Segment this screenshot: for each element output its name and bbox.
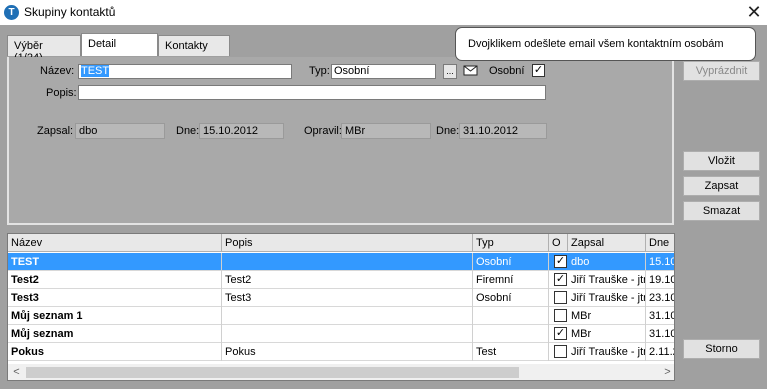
cell-nazev: Test2 (8, 271, 222, 289)
storno-button[interactable]: Storno (683, 339, 760, 359)
table-row[interactable]: Můj seznam ✓ MBr 31.10 (8, 325, 675, 343)
cell-typ: Osobní (473, 289, 549, 307)
cell-dne: 23.10 (649, 292, 675, 304)
window-title: Skupiny kontaktů (24, 5, 116, 19)
cell-popis (222, 325, 473, 343)
smazat-button[interactable]: Smazat (683, 201, 760, 221)
col-header-zapsal[interactable]: Zapsal (568, 234, 646, 252)
typ-browse-button[interactable]: ... (443, 64, 457, 79)
cell-popis: Pokus (222, 343, 473, 361)
cell-nazev: Můj seznam (8, 325, 222, 343)
cell-zapsal: dbo (568, 253, 646, 271)
nazev-label: Název: (40, 65, 75, 77)
scrollbar-thumb[interactable] (26, 367, 519, 378)
opravil-field: MBr (341, 123, 431, 139)
cell-dne: 2.11.2 (649, 346, 674, 358)
email-tooltip: Dvojklikem odešlete email všem kontaktní… (455, 27, 756, 61)
cell-o-checkbox[interactable] (554, 291, 567, 304)
dne-zapsal-label: Dne: (176, 125, 200, 137)
cell-popis: Test2 (222, 271, 473, 289)
zapsal-field: dbo (75, 123, 165, 139)
osobni-label: Osobní (489, 65, 525, 77)
cell-o-checkbox[interactable]: ✓ (554, 255, 567, 268)
cell-zapsal: Jiří Trauške - jtr (568, 343, 646, 361)
cell-o-checkbox[interactable]: ✓ (554, 273, 567, 286)
cell-typ (473, 307, 549, 325)
table-row[interactable]: Pokus Pokus Test Jiří Trauške - jtr 2.11… (8, 343, 674, 361)
cell-nazev: Můj seznam 1 (8, 307, 222, 325)
cell-popis (222, 253, 473, 271)
detail-panel: Název: TEST Typ: Osobní ... Osobní ✓ Pop… (7, 57, 674, 225)
typ-input[interactable]: Osobní (331, 64, 436, 79)
nazev-input[interactable]: TEST (78, 64, 292, 79)
title-bar: T Skupiny kontaktů ✕ (0, 0, 767, 25)
popis-input[interactable] (78, 85, 546, 100)
scroll-right-icon[interactable]: > (659, 364, 674, 380)
close-icon[interactable]: ✕ (741, 0, 767, 25)
col-header-dne[interactable]: Dne (646, 234, 674, 252)
cell-o-checkbox[interactable] (554, 309, 567, 322)
cell-nazev: Test3 (8, 289, 222, 307)
tab-vyber[interactable]: Výběr (1/24) (7, 35, 81, 64)
cell-dne: 19.10 (649, 274, 675, 286)
grid-header: Název Popis Typ O Zapsal Dne (8, 234, 674, 252)
cell-dne: 31.10 (649, 328, 675, 340)
opravil-label: Opravil: (304, 125, 342, 137)
cell-popis: Test3 (222, 289, 473, 307)
email-icon[interactable] (463, 63, 479, 77)
zapsat-button[interactable]: Zapsat (683, 176, 760, 196)
dne-opravil-label: Dne: (436, 125, 460, 137)
cell-typ: Firemní (473, 271, 549, 289)
zapsal-label: Zapsal: (37, 125, 74, 137)
dne-opravil-field: 31.10.2012 (459, 123, 547, 139)
tab-detail[interactable]: Detail (81, 33, 158, 56)
cell-popis (222, 307, 473, 325)
col-header-typ[interactable]: Typ (473, 234, 549, 252)
cell-o-checkbox[interactable] (554, 345, 567, 358)
osobni-checkbox[interactable]: ✓ (532, 64, 545, 77)
col-header-nazev[interactable]: Název (8, 234, 222, 252)
table-row[interactable]: TEST Osobní ✓ dbo 15.10 (8, 253, 675, 271)
groups-grid: Název Popis Typ O Zapsal Dne TEST Osobní… (7, 233, 675, 381)
table-row[interactable]: Test3 Test3 Osobní Jiří Trauške - jtr 23… (8, 289, 675, 307)
cell-typ: Osobní (473, 253, 549, 271)
cell-zapsal: MBr (568, 307, 646, 325)
scroll-left-icon[interactable]: < (8, 364, 25, 380)
col-header-o[interactable]: O (549, 234, 568, 252)
dne-zapsal-field: 15.10.2012 (199, 123, 284, 139)
cell-zapsal: MBr (568, 325, 646, 343)
table-row[interactable]: Test2 Test2 Firemní ✓ Jiří Trauške - jtr… (8, 271, 675, 289)
app-logo-icon: T (4, 5, 19, 20)
vlozit-button[interactable]: Vložit (683, 151, 760, 171)
popis-label: Popis: (46, 87, 77, 99)
table-row[interactable]: Můj seznam 1 MBr 31.10 (8, 307, 675, 325)
vyprazdnit-button[interactable]: Vyprázdnit (683, 61, 760, 81)
typ-label: Typ: (309, 65, 330, 77)
cell-nazev: TEST (8, 253, 222, 271)
cell-dne: 15.10 (649, 256, 675, 268)
col-header-popis[interactable]: Popis (222, 234, 473, 252)
cell-nazev: Pokus (8, 343, 222, 361)
cell-typ: Test (473, 343, 549, 361)
cell-o-checkbox[interactable]: ✓ (554, 327, 567, 340)
cell-dne: 31.10 (649, 310, 675, 322)
nazev-value: TEST (81, 65, 110, 77)
cell-zapsal: Jiří Trauške - jtr (568, 289, 646, 307)
tab-kontakty[interactable]: Kontakty (158, 35, 230, 56)
cell-typ (473, 325, 549, 343)
cell-zapsal: Jiří Trauške - jtr (568, 271, 646, 289)
horizontal-scrollbar[interactable]: < > (8, 364, 674, 380)
